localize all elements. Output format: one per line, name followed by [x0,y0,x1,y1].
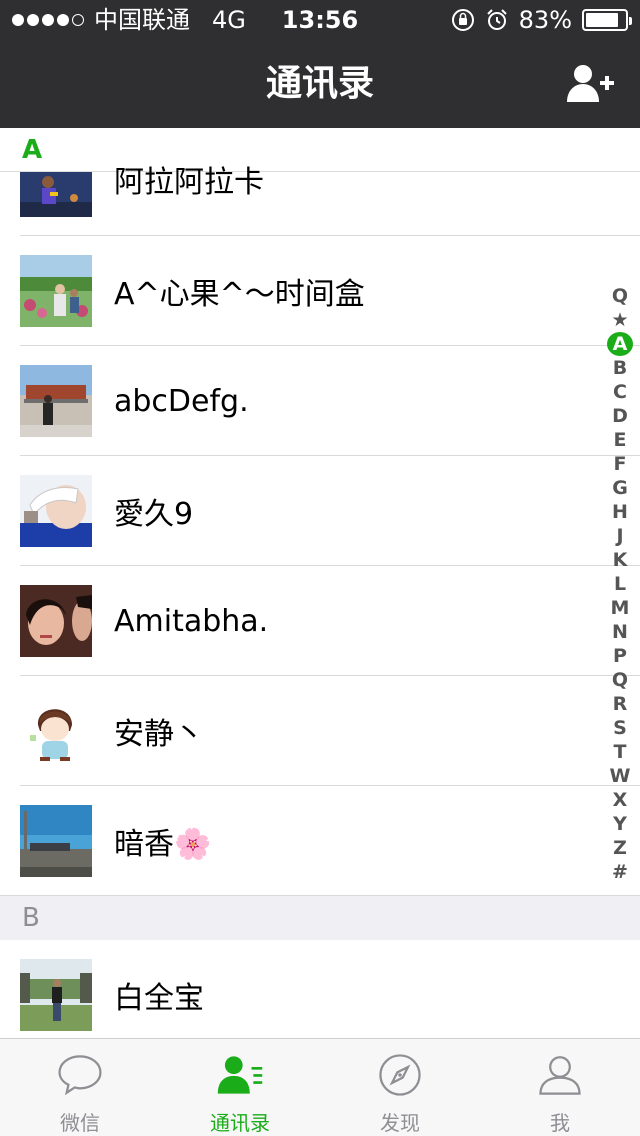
contacts-icon [217,1056,263,1094]
avatar [20,255,92,327]
chat-bubble-icon [58,1055,102,1096]
contact-row[interactable]: 安静丶 [0,676,640,786]
contact-name: 安静丶 [114,717,204,752]
contact-row[interactable]: 暗香🌸 [0,786,640,896]
tab-label: 通讯录 [210,1111,270,1135]
contact-list[interactable]: A 阿拉阿拉卡 A^心果^～时间盒 abcDefg. 愛久9 Amitabha.… [0,128,640,1038]
contact-row[interactable]: 阿拉阿拉卡 [0,165,640,236]
avatar [20,805,92,877]
avatar [20,365,92,437]
index-letter[interactable]: H [607,500,633,524]
avatar [20,585,92,657]
index-letter[interactable]: E [607,428,633,452]
section-header-b: B [0,896,640,940]
contact-row[interactable]: Amitabha. [0,566,640,676]
profile-icon [539,1056,581,1095]
index-letter[interactable]: L [607,572,633,596]
contact-name: 愛久9 [114,497,194,532]
index-letter[interactable]: A [607,332,633,356]
section-header-a: A [0,128,640,172]
contact-row[interactable]: A^心果^～时间盒 [0,236,640,346]
navigation-bar: 通讯录 [0,40,640,128]
contact-row[interactable]: abcDefg. [0,346,640,456]
contact-name: A^心果^～时间盒 [114,277,365,312]
tab-label: 发现 [380,1111,420,1135]
index-search-icon[interactable]: Q [607,284,633,308]
status-bar: 中国联通 4G 13:56 83% [0,0,640,40]
page-title: 通讯录 [265,63,374,104]
avatar [20,172,92,217]
alarm-icon [486,9,507,30]
contact-row[interactable]: 白全宝 [0,940,640,1038]
avatar [20,695,92,767]
index-letter[interactable]: J [607,524,633,548]
contact-name: 白全宝 [114,981,204,1016]
index-letter[interactable]: K [607,548,633,572]
contact-name: 暗香🌸 [114,827,212,862]
index-letter[interactable]: T [607,740,633,764]
index-letter[interactable]: S [607,716,633,740]
index-letter[interactable]: F [607,452,633,476]
index-star[interactable]: ★ [607,308,633,332]
index-letter[interactable]: W [607,764,633,788]
avatar [20,959,92,1031]
index-letter[interactable]: D [607,404,633,428]
contact-name: Amitabha. [114,603,269,639]
alphabet-index[interactable]: Q ★ A B C D E F G H J K L M N P Q R S T W X Y Z # [600,284,640,884]
tab-label: 微信 [60,1111,100,1135]
tab-label: 我 [550,1111,570,1135]
tab-contacts[interactable]: 通讯录 [160,1039,320,1136]
battery-percent: 83% [518,6,572,34]
index-letter[interactable]: Y [607,812,633,836]
tab-bar: 微信 通讯录 发现 我 [0,1038,640,1136]
index-letter[interactable]: G [607,476,633,500]
index-letter[interactable]: X [607,788,633,812]
index-letter[interactable]: R [607,692,633,716]
index-letter[interactable]: Z [607,836,633,860]
rotation-lock-icon [451,9,474,31]
avatar [20,475,92,547]
index-letter[interactable]: Q [607,668,633,692]
contact-name: abcDefg. [114,383,249,419]
tab-me[interactable]: 我 [480,1039,640,1136]
index-letter[interactable]: # [607,860,633,884]
index-letter[interactable]: M [607,596,633,620]
index-letter[interactable]: B [607,356,633,380]
tab-chats[interactable]: 微信 [0,1039,160,1136]
contact-name: 阿拉阿拉卡 [114,165,264,200]
contact-row[interactable]: 愛久9 [0,456,640,566]
tab-discover[interactable]: 发现 [320,1039,480,1136]
index-letter[interactable]: P [607,644,633,668]
compass-icon [379,1054,421,1096]
add-contact-icon[interactable] [566,62,616,106]
battery-icon [582,9,632,31]
index-letter[interactable]: N [607,620,633,644]
index-letter[interactable]: C [607,380,633,404]
